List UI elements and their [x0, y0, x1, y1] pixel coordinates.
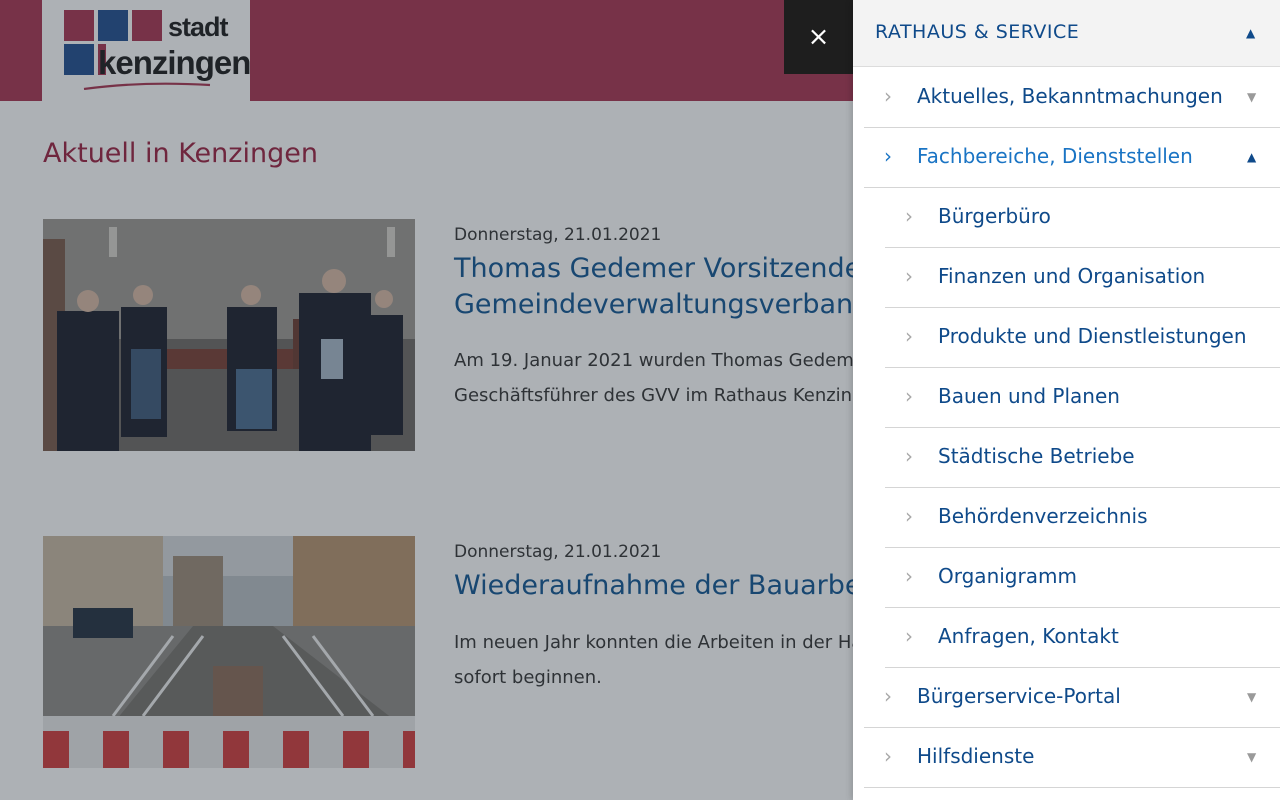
- menu-item[interactable]: › Städtische Betriebe: [885, 428, 1280, 488]
- chevron-right-icon: ›: [905, 444, 913, 468]
- menu-item-label: Bürgerbüro: [938, 204, 1051, 228]
- menu-header-label: RATHAUS & SERVICE: [875, 21, 1080, 43]
- menu-item[interactable]: › Finanzen und Organisation: [885, 248, 1280, 308]
- close-icon: ×: [807, 22, 830, 52]
- menu-item-label: Aktuelles, Bekanntmachungen: [917, 84, 1223, 108]
- chevron-right-icon: ›: [905, 624, 913, 648]
- menu-item-label: Bürgerservice-Portal: [917, 684, 1121, 708]
- caret-down-icon[interactable]: ▼: [1247, 690, 1256, 704]
- menu-item[interactable]: › Bürgerservice-Portal ▼: [864, 668, 1280, 728]
- menu-header[interactable]: RATHAUS & SERVICE ▲: [853, 0, 1280, 67]
- menu-item-label: Finanzen und Organisation: [938, 264, 1206, 288]
- menu-item[interactable]: › Fachbereiche, Dienststellen ▲: [864, 128, 1280, 188]
- menu-item[interactable]: › Hilfsdienste ▼: [864, 728, 1280, 788]
- caret-up-icon[interactable]: ▲: [1247, 150, 1256, 164]
- menu-item-label: Behördenverzeichnis: [938, 504, 1148, 528]
- caret-down-icon[interactable]: ▼: [1247, 90, 1256, 104]
- chevron-right-icon: ›: [905, 564, 913, 588]
- chevron-right-icon: ›: [884, 684, 892, 708]
- menu-item-label: Fachbereiche, Dienststellen: [917, 144, 1193, 168]
- menu-item-label: Hilfsdienste: [917, 744, 1035, 768]
- chevron-right-icon: ›: [905, 204, 913, 228]
- menu-item[interactable]: › Produkte und Dienstleistungen: [885, 308, 1280, 368]
- menu-item[interactable]: › Behördenverzeichnis: [885, 488, 1280, 548]
- modal-backdrop[interactable]: [0, 0, 853, 800]
- caret-up-icon[interactable]: ▲: [1246, 26, 1255, 40]
- chevron-right-icon: ›: [884, 744, 892, 768]
- side-menu: RATHAUS & SERVICE ▲ › Aktuelles, Bekanntm…: [853, 0, 1280, 800]
- menu-item-label: Bauen und Planen: [938, 384, 1120, 408]
- chevron-right-icon: ›: [905, 504, 913, 528]
- menu-item[interactable]: › Bauen und Planen: [885, 368, 1280, 428]
- caret-down-icon[interactable]: ▼: [1247, 750, 1256, 764]
- chevron-right-icon: ›: [884, 144, 892, 168]
- chevron-right-icon: ›: [884, 84, 892, 108]
- chevron-right-icon: ›: [905, 384, 913, 408]
- menu-item-label: Anfragen, Kontakt: [938, 624, 1119, 648]
- menu-item-label: Produkte und Dienstleistungen: [938, 324, 1247, 348]
- chevron-right-icon: ›: [905, 264, 913, 288]
- menu-item-label: Organigramm: [938, 564, 1077, 588]
- close-menu-button[interactable]: ×: [784, 0, 853, 74]
- chevron-right-icon: ›: [905, 324, 913, 348]
- menu-item[interactable]: › Bürgerbüro: [885, 188, 1280, 248]
- menu-item-label: Städtische Betriebe: [938, 444, 1135, 468]
- menu-item[interactable]: › Anfragen, Kontakt: [885, 608, 1280, 668]
- menu-item[interactable]: › Aktuelles, Bekanntmachungen ▼: [864, 68, 1280, 128]
- menu-item[interactable]: › Organigramm: [885, 548, 1280, 608]
